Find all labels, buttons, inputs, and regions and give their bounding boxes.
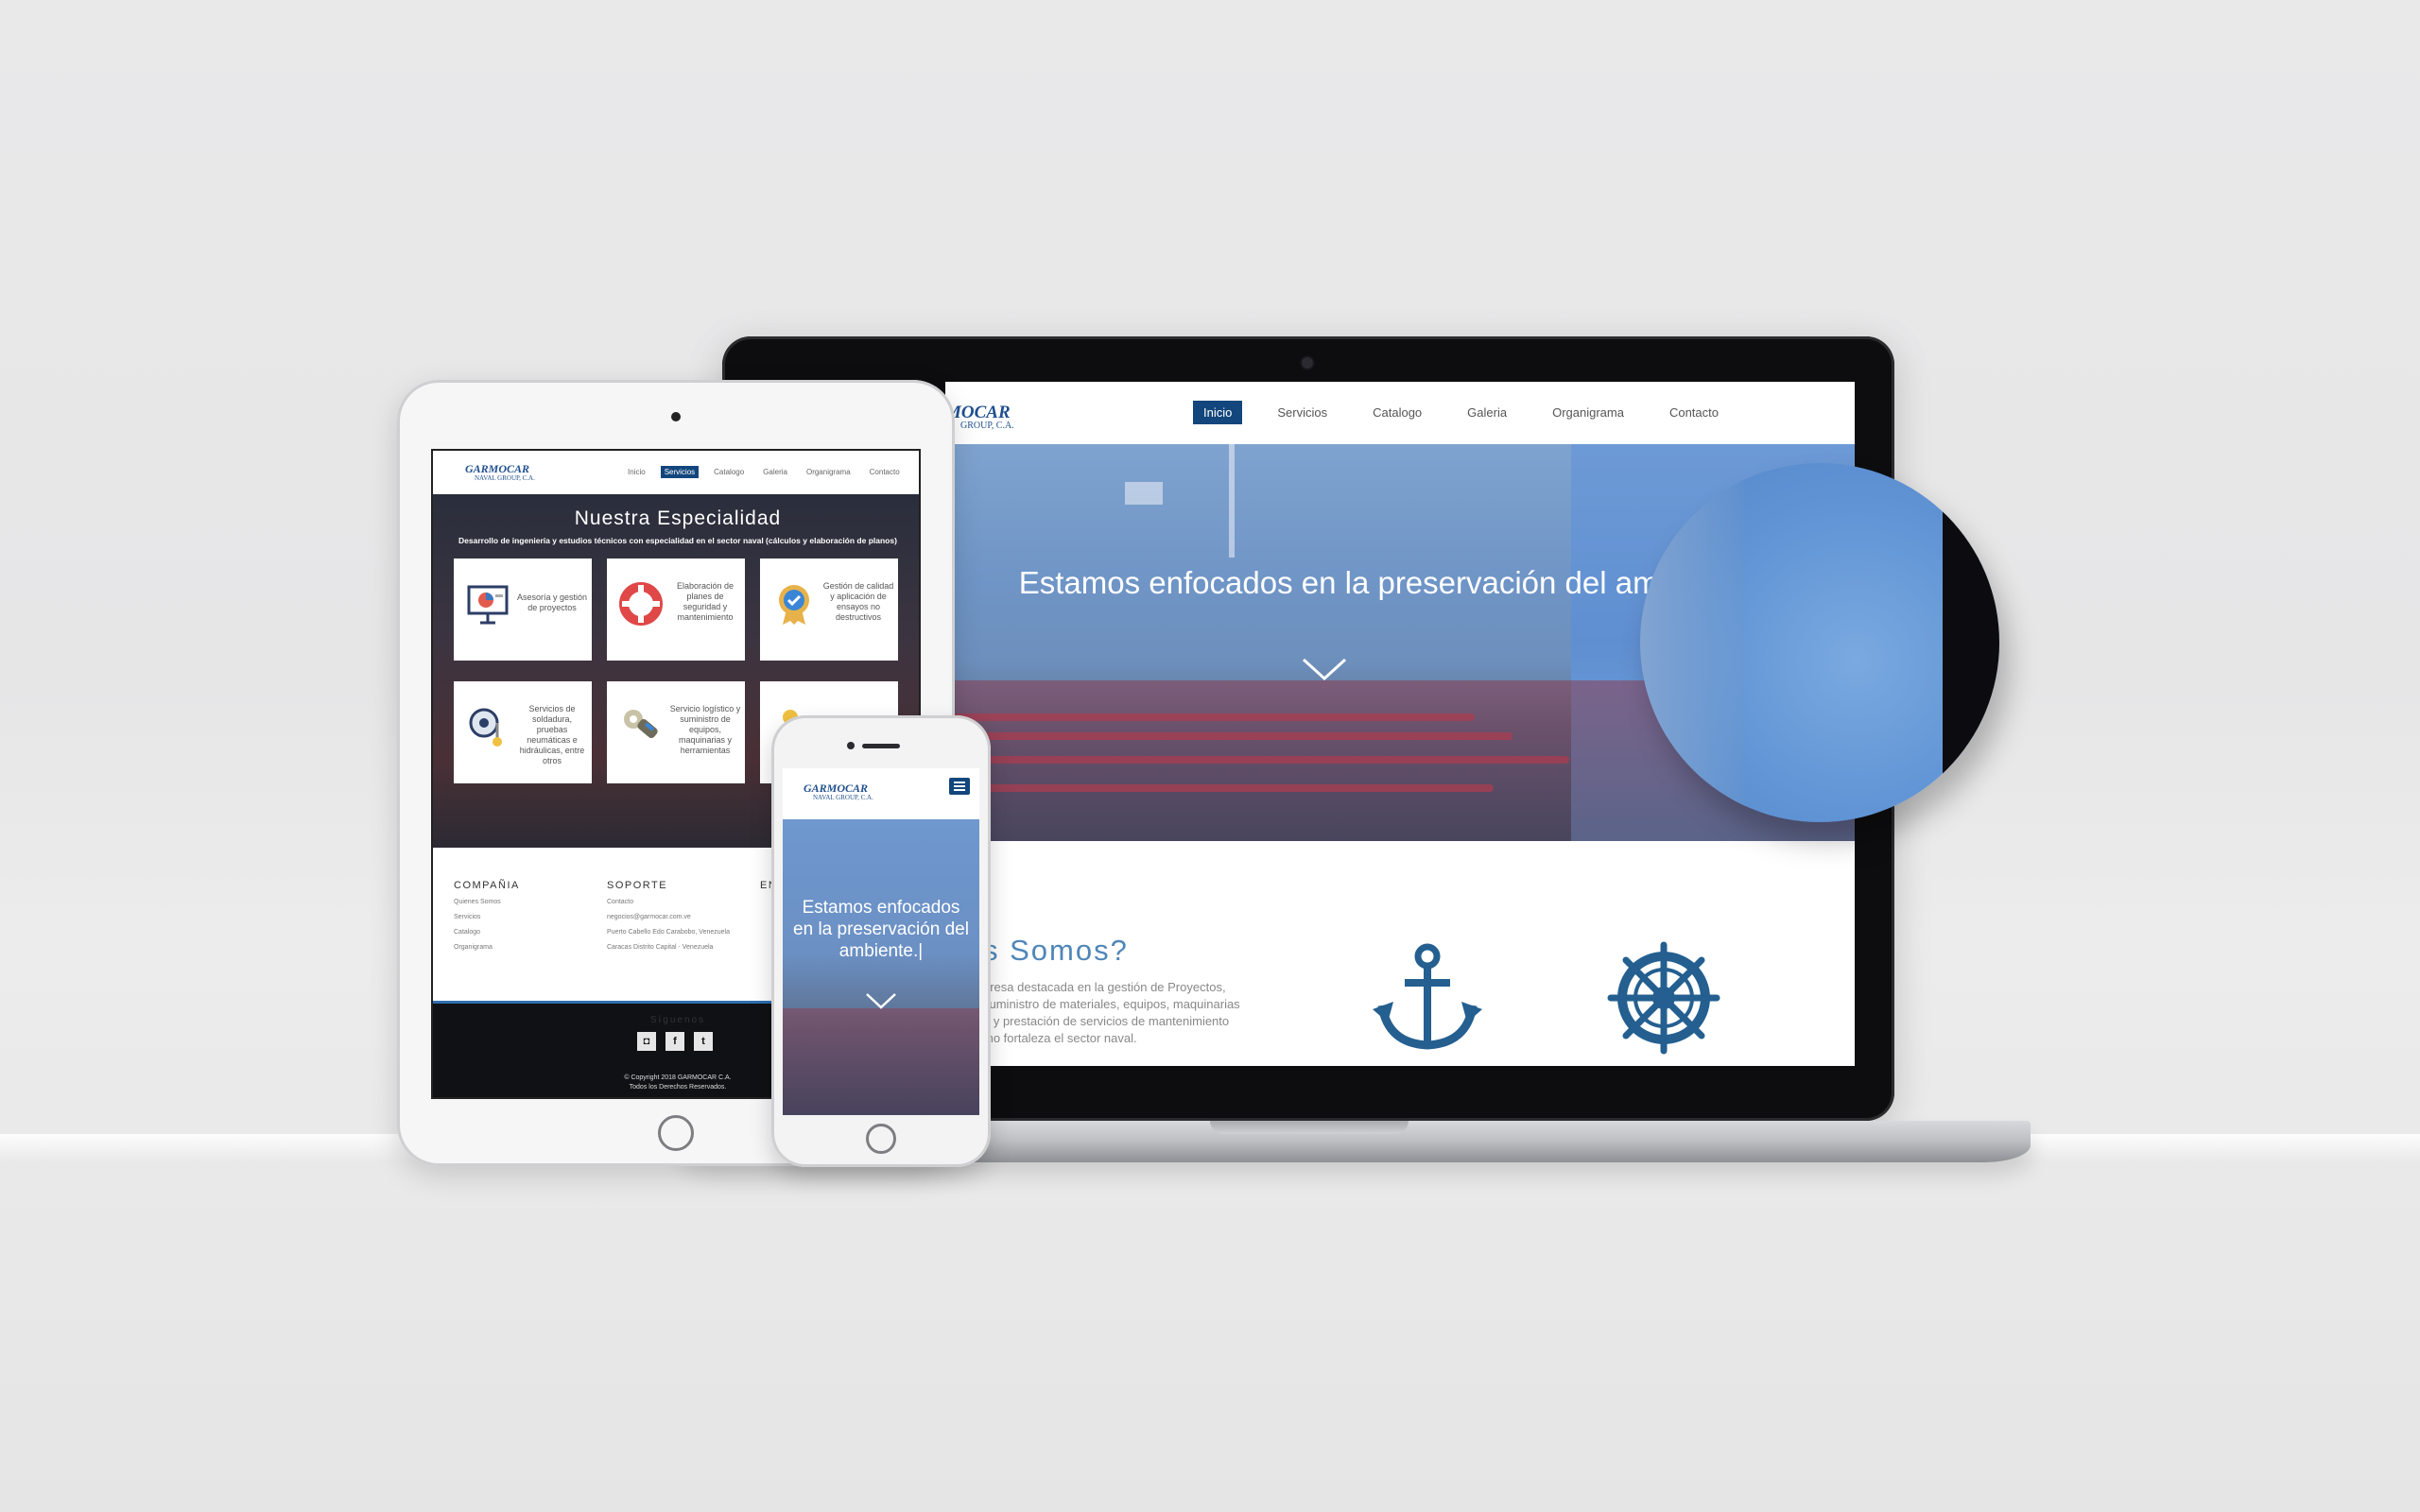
- desktop-logo-subtitle: GROUP, C.A.: [960, 421, 1014, 431]
- tablet-navbar: GARMOCAR NAVAL GROUP, C.A. Inicio Servic…: [433, 451, 919, 494]
- service-card-text: Asesoría y gestión de proyectos: [516, 593, 588, 612]
- tablet-camera: [671, 412, 681, 421]
- specialty-title: Nuestra Especialidad: [574, 507, 782, 529]
- phone-hero-title: Estamos enfocados en la preservación del…: [793, 898, 969, 961]
- service-card[interactable]: Elaboración de planes de seguridad y man…: [607, 558, 745, 661]
- ship-wheel-icon: [1607, 941, 1720, 1055]
- tablet-logo-subtitle: NAVAL GROUP, C.A.: [475, 474, 535, 482]
- service-card-text: Servicios de soldadura, pruebas neumátic…: [519, 704, 585, 765]
- desktop-navbar: MOCAR GROUP, C.A. Inicio Servicios Catal…: [945, 382, 1855, 444]
- phone-screen: GARMOCAR NAVAL GROUP, C.A. Estamos enfoc…: [783, 768, 979, 1115]
- phone-hero-deck: [783, 1008, 979, 1115]
- hero-deck-pipe: [945, 732, 1512, 740]
- instagram-icon[interactable]: ◘: [637, 1032, 656, 1051]
- nav-catalogo[interactable]: Catalogo: [710, 466, 748, 478]
- phone-home-button[interactable]: [866, 1124, 896, 1154]
- gauge-icon: [469, 708, 502, 747]
- about-text-line: presa destacada en la gestión de Proyect…: [983, 980, 1226, 994]
- footer-link[interactable]: Catalogo: [454, 929, 480, 936]
- phone-logo-subtitle: NAVAL GROUP, C.A.: [813, 794, 873, 801]
- service-card-text: Gestión de calidad y aplicación de ensay…: [822, 581, 894, 622]
- hero-deck-pipe: [945, 713, 1475, 721]
- quality-badge-icon: [779, 585, 809, 625]
- desktop-about-title: s Somos?: [983, 934, 1129, 967]
- footer-address: Puerto Cabello Edo Carabobo, Venezuela: [607, 929, 730, 936]
- footer-email[interactable]: negocios@garmocar.com.ve: [607, 914, 691, 920]
- chevron-down-icon[interactable]: [864, 991, 898, 1010]
- desktop-menu: Inicio Servicios Catalogo Galeria Organi…: [1193, 401, 1754, 424]
- laptop-camera: [1302, 357, 1313, 369]
- service-card-text: Elaboración de planes de seguridad y man…: [676, 581, 735, 622]
- lifebuoy-icon: [619, 582, 663, 626]
- service-card[interactable]: Asesoría y gestión de proyectos: [454, 558, 592, 661]
- hero-ship-structure: [1125, 482, 1163, 505]
- laptop-opening-notch: [1210, 1121, 1409, 1134]
- service-card[interactable]: Gestión de calidad y aplicación de ensay…: [760, 558, 898, 661]
- chevron-down-icon[interactable]: [1301, 656, 1348, 682]
- hero-deck-pipe: [945, 756, 1569, 764]
- phone-camera: [847, 742, 855, 749]
- magnified-detail-circle: [1640, 463, 1999, 822]
- nav-servicios[interactable]: Servicios: [1267, 401, 1338, 424]
- nav-inicio[interactable]: Inicio: [1193, 401, 1243, 424]
- nav-inicio[interactable]: Inicio: [624, 466, 649, 478]
- twitter-icon[interactable]: t: [694, 1032, 713, 1051]
- desktop-about-text: presa destacada en la gestión de Proyect…: [983, 979, 1295, 1047]
- facebook-icon[interactable]: f: [666, 1032, 684, 1051]
- phone-speaker: [862, 744, 900, 748]
- anchor-icon: [1373, 943, 1482, 1050]
- specialty-subtitle: Desarrollo de ingeniería y estudios técn…: [458, 536, 897, 545]
- nav-organigrama[interactable]: Organigrama: [1542, 401, 1634, 424]
- magnified-laptop-bezel: [1943, 463, 1999, 822]
- nav-servicios[interactable]: Servicios: [660, 466, 700, 478]
- footer-address: Caracas Distrito Capital - Venezuela: [607, 944, 714, 951]
- footer-link[interactable]: Organigrama: [454, 944, 493, 951]
- nav-galeria[interactable]: Galeria: [759, 466, 791, 478]
- tablet-home-button[interactable]: [658, 1115, 694, 1151]
- service-card[interactable]: Servicios de soldadura, pruebas neumátic…: [454, 681, 592, 783]
- tablet-menu: Inicio Servicios Catalogo Galeria Organi…: [624, 466, 915, 478]
- about-text-line: mo fortaleza el sector naval.: [983, 1031, 1137, 1045]
- footer-link[interactable]: Servicios: [454, 914, 480, 920]
- hero-ship-mast: [1229, 444, 1235, 558]
- service-card-text: Servicio logístico y suministro de equip…: [669, 704, 741, 755]
- footer-company-heading: COMPAÑIA: [454, 880, 520, 891]
- hero-deck-pipe: [983, 784, 1494, 792]
- nav-organigrama[interactable]: Organigrama: [803, 466, 855, 478]
- nav-contacto[interactable]: Contacto: [866, 466, 904, 478]
- phone-hero-banner: Estamos enfocados en la preservación del…: [783, 819, 979, 1115]
- nav-galeria[interactable]: Galeria: [1457, 401, 1517, 424]
- phone-navbar: GARMOCAR NAVAL GROUP, C.A.: [783, 768, 979, 819]
- service-card[interactable]: Servicio logístico y suministro de equip…: [607, 681, 745, 783]
- wrench-icon: [624, 710, 658, 739]
- footer-support-heading: SOPORTE: [607, 880, 668, 891]
- footer-link[interactable]: Quienes Somos: [454, 899, 501, 905]
- about-text-line: suministro de materiales, equipos, maqui…: [983, 997, 1240, 1011]
- about-text-line: a y prestación de servicios de mantenimi…: [983, 1014, 1230, 1028]
- magnified-ship-hull: [1640, 463, 1744, 822]
- nav-contacto[interactable]: Contacto: [1659, 401, 1729, 424]
- nav-catalogo[interactable]: Catalogo: [1362, 401, 1432, 424]
- hamburger-menu-icon[interactable]: [949, 778, 970, 795]
- presentation-chart-icon: [467, 585, 509, 625]
- footer-link[interactable]: Contacto: [607, 899, 633, 905]
